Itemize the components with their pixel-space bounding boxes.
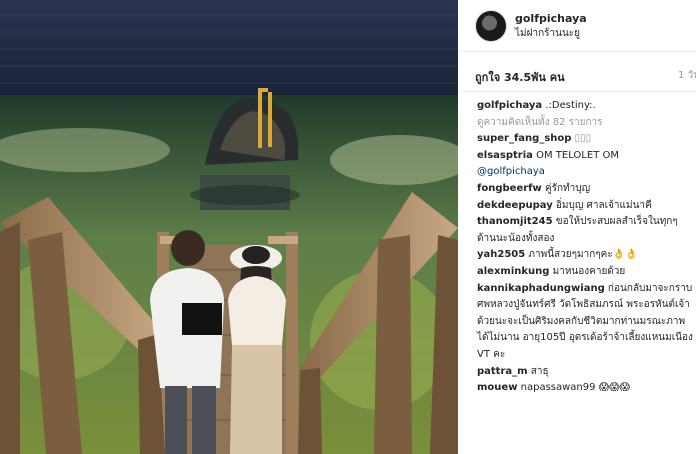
comment-text: สาธุ [530, 365, 549, 377]
comment-user[interactable]: dekdeepupay [477, 200, 553, 211]
comment-mention[interactable]: @golfpichaya [477, 164, 696, 181]
comment: super_fang_shop ▯▯▯ [477, 131, 696, 148]
comment-user[interactable]: kannikaphadungwiang [477, 283, 605, 294]
comment: fongbeerfw คู่รักทำบุญ [477, 181, 696, 198]
comment-text: ▯▯▯ [574, 133, 592, 145]
comment: pattra_m สาธุ [477, 364, 696, 381]
caption: golfpichaya .:Destiny:. [477, 98, 696, 115]
post-header: golfpichaya ไม่ฝากร้านนะยู [458, 0, 696, 52]
comment: mouew napassawan99 😱😱😱 [477, 380, 696, 397]
comment-user[interactable]: mouew [477, 382, 517, 393]
post-username[interactable]: golfpichaya [515, 11, 587, 26]
comment: elsasptria OM TELOLET OM [477, 148, 696, 165]
comment: thanomjit245 ขอให้ประสบผลสำเร็จในทุกๆด้า… [477, 214, 695, 247]
comment: alexminkung มาหนองคายด้วย [477, 264, 696, 281]
comment: kannikaphadungwiang ก่อนกลับมาจะกราบศพหล… [477, 281, 695, 364]
comment-user[interactable]: thanomjit245 [477, 216, 553, 227]
comment: dekdeepupay อิ่มบุญ ศาลเจ้าแม่นาคี [477, 198, 696, 215]
photo-illustration [0, 0, 458, 454]
post-time[interactable]: 1 วัน [678, 68, 696, 83]
comment-user[interactable]: pattra_m [477, 366, 528, 377]
comment-user[interactable]: fongbeerfw [477, 183, 542, 194]
comment-text: ก่อนกลับมาจะกราบศพหลวงปู่จันทร์ศรี วัดโพ… [477, 282, 693, 360]
comment-user[interactable]: elsasptria [477, 150, 533, 161]
comment-text: napassawan99 😱😱😱 [520, 382, 630, 394]
comment-text: ภาพนี้สวยๆมากๆคะ👌👌 [528, 249, 638, 261]
comment-text: มาหนองคายด้วย [552, 265, 626, 277]
post-location[interactable]: ไม่ฝากร้านนะยู [515, 26, 587, 41]
comment-user[interactable]: yah2505 [477, 249, 525, 260]
caption-user[interactable]: golfpichaya [477, 100, 542, 111]
post-photo[interactable] [0, 0, 458, 454]
comment-text: คู่รักทำบุญ [544, 182, 591, 194]
avatar[interactable] [475, 9, 507, 42]
comment: yah2505 ภาพนี้สวยๆมากๆคะ👌👌 [477, 247, 696, 264]
comment-user[interactable]: alexminkung [477, 266, 549, 277]
caption-text: .:Destiny:. [545, 100, 596, 111]
comments-list: golfpichaya .:Destiny:. ดูความคิดเห็นทั้… [458, 92, 696, 397]
view-all-comments-link[interactable]: ดูความคิดเห็นทั้ง 82 รายการ [477, 115, 696, 132]
comment-text: OM TELOLET OM [536, 149, 619, 161]
post-side-panel: golfpichaya ไม่ฝากร้านนะยู ถูกใจ 34.5พัน… [458, 0, 696, 454]
likes-row: ถูกใจ 34.5พัน คน 1 วัน [458, 52, 696, 92]
comment-text: อิ่มบุญ ศาลเจ้าแม่นาคี [555, 199, 652, 211]
comment-user[interactable]: super_fang_shop [477, 133, 571, 144]
likes-count[interactable]: ถูกใจ 34.5พัน คน [475, 68, 565, 86]
